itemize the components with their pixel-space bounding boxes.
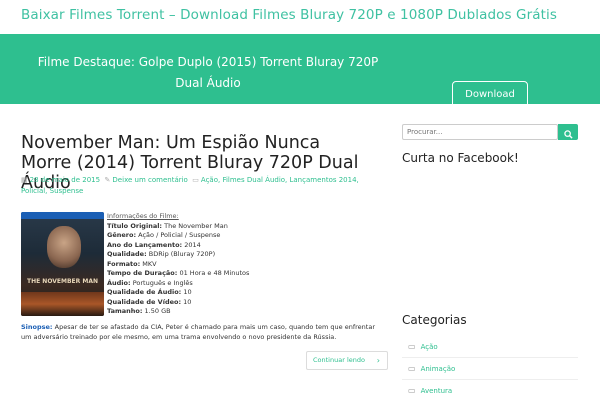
search-icon <box>563 130 573 139</box>
folder-icon: ▭ <box>408 364 416 373</box>
download-button[interactable]: Download <box>452 81 528 109</box>
info-row: Áudio: Português e Inglês <box>107 278 193 287</box>
category-item[interactable]: ▭ Animação <box>408 363 455 375</box>
cover-title: THE NOVEMBER MAN <box>27 278 98 285</box>
category-divider <box>402 357 578 358</box>
comment-link[interactable]: Deixe um comentário <box>112 176 187 184</box>
post-meta: ▦ 28 de maio de 2015 ✎ Deixe um comentário… <box>21 175 381 197</box>
info-row: Tempo de Duração: 01 Hora e 48 Minutos <box>107 269 250 277</box>
category-item[interactable]: ▭ Aventura <box>408 385 452 397</box>
categories-widget-title: Categorias <box>402 313 467 327</box>
comment-icon: ✎ <box>104 176 111 184</box>
featured-banner: Filme Destaque: Golpe Duplo (2015) Torre… <box>0 34 600 109</box>
folder-icon: ▭ <box>408 386 416 395</box>
post-date[interactable]: 28 de maio de 2015 <box>30 176 100 184</box>
info-row: Qualidade de Vídeo: 10 <box>107 297 192 306</box>
synopsis-label: Sinopse: <box>21 323 53 331</box>
bluray-band <box>21 212 104 219</box>
info-row: Tamanho: 1.50 GB <box>107 307 171 315</box>
chevron-right-icon: › <box>376 356 380 365</box>
featured-text[interactable]: Filme Destaque: Golpe Duplo (2015) Torre… <box>28 52 388 94</box>
movie-info: Informações do Filme: Título Original: T… <box>107 212 377 317</box>
folder-icon: ▭ <box>408 342 416 351</box>
folder-icon: ▭ <box>192 176 199 184</box>
read-more-button[interactable]: Continuar lendo › <box>306 351 388 370</box>
calendar-icon: ▦ <box>21 176 28 184</box>
category-item[interactable]: ▭ Ação <box>408 341 438 353</box>
site-title[interactable]: Baixar Filmes Torrent – Download Filmes … <box>21 7 557 23</box>
search-input[interactable] <box>402 124 558 140</box>
search-button[interactable] <box>558 124 578 140</box>
synopsis: Sinopse: Apesar de ter se afastado da CI… <box>21 322 381 342</box>
info-row: Formato: MKV <box>107 259 157 268</box>
info-row: Qualidade: BDRip (Bluray 720P) <box>107 250 216 258</box>
info-row: Gênero: Ação / Policial / Suspense <box>107 231 221 239</box>
facebook-widget-title: Curta no Facebook! <box>402 151 519 165</box>
actor-portrait <box>47 226 81 268</box>
movie-cover-image[interactable]: THE NOVEMBER MAN <box>21 212 104 316</box>
cover-fire <box>21 292 104 316</box>
info-row: Ano do Lançamento: 2014 <box>107 240 201 249</box>
category-divider <box>402 379 578 380</box>
info-row: Qualidade de Áudio: 10 <box>107 288 192 296</box>
info-heading: Informações do Filme: <box>107 212 179 220</box>
info-row: Título Original: The November Man <box>107 221 228 230</box>
synopsis-text: Apesar de ter se afastado da CIA, Peter … <box>21 323 375 341</box>
read-more-label: Continuar lendo <box>313 356 365 364</box>
